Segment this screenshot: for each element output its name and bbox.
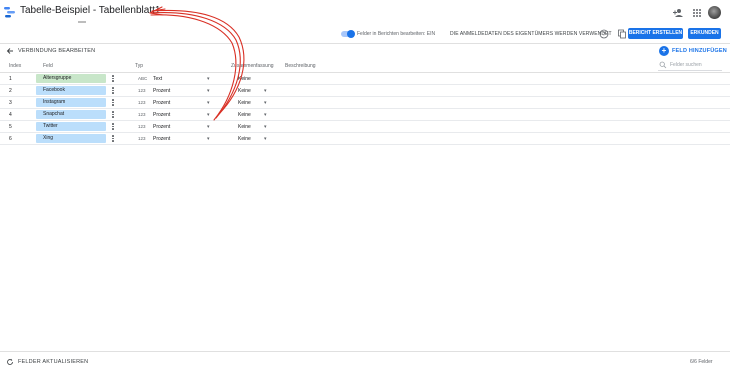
column-header-field[interactable]: Feld (43, 63, 53, 69)
more-vert-icon[interactable] (111, 74, 115, 84)
avatar[interactable] (708, 6, 721, 19)
dropdown-arrow-icon[interactable]: ▾ (207, 112, 210, 118)
dropdown-arrow-icon[interactable]: ▾ (207, 88, 210, 94)
type-code: 123 (138, 124, 146, 129)
row-index: 1 (9, 76, 12, 82)
dropdown-arrow-icon[interactable]: ▾ (264, 112, 267, 118)
column-header-aggregation[interactable]: Zusammenfassung (231, 63, 274, 69)
row-index: 5 (9, 124, 12, 130)
toolbar: VERBINDUNG BEARBEITEN + FELD HINZUFÜGEN (0, 44, 730, 58)
type-code: 123 (138, 112, 146, 117)
dropdown-arrow-icon[interactable]: ▾ (207, 76, 210, 82)
table-row[interactable]: 1 Altersgruppe ABC Text ▾ Keine (0, 73, 730, 85)
field-chip[interactable]: Instagram (36, 98, 106, 107)
column-header-index[interactable]: Index (9, 63, 21, 69)
aggregation-value: Keine (238, 76, 251, 82)
refresh-icon[interactable] (6, 358, 14, 366)
dropdown-arrow-icon[interactable]: ▾ (207, 136, 210, 142)
table-row[interactable]: 6 Xing 123 Prozent ▾ Keine ▾ (0, 133, 730, 145)
type-select[interactable]: Prozent (153, 88, 170, 94)
more-vert-icon[interactable] (111, 134, 115, 144)
field-chip[interactable]: Snapchat (36, 110, 106, 119)
svg-text:?: ? (602, 32, 605, 38)
type-code: 123 (138, 88, 146, 93)
field-chip[interactable]: Altersgruppe (36, 74, 106, 83)
type-code: 123 (138, 136, 146, 141)
row-index: 2 (9, 88, 12, 94)
search-icon (659, 61, 667, 69)
apps-icon[interactable] (691, 7, 703, 19)
field-chip[interactable]: Facebook (36, 86, 106, 95)
type-code: ABC (138, 76, 148, 81)
credentials-button[interactable]: DIE ANMELDEDATEN DES EIGENTÜMERS WERDEN … (450, 31, 612, 37)
field-count: 6/6 Felder (690, 359, 713, 365)
copy-icon[interactable] (617, 29, 627, 39)
type-select[interactable]: Text (153, 76, 162, 82)
help-icon[interactable]: ? (599, 29, 609, 39)
more-vert-icon[interactable] (111, 110, 115, 120)
row-index: 3 (9, 100, 12, 106)
toggle-label: Felder in Berichten bearbeiten: EIN (357, 31, 436, 37)
field-search (658, 60, 722, 71)
more-vert-icon[interactable] (111, 122, 115, 132)
search-input[interactable] (670, 61, 720, 69)
dropdown-arrow-icon[interactable]: ▾ (207, 124, 210, 130)
dropdown-arrow-icon[interactable]: ▾ (264, 100, 267, 106)
more-vert-icon[interactable] (111, 86, 115, 96)
type-select[interactable]: Prozent (153, 124, 170, 130)
add-field-label: FELD HINZUFÜGEN (672, 48, 727, 54)
refresh-fields-button[interactable]: FELDER AKTUALISIEREN (18, 359, 88, 365)
back-arrow-icon[interactable] (6, 47, 14, 55)
aggregation-select[interactable]: Keine (238, 112, 251, 118)
explore-button[interactable]: ERKUNDEN (688, 28, 721, 39)
table-row[interactable]: 2 Facebook 123 Prozent ▾ Keine ▾ (0, 85, 730, 97)
aggregation-select[interactable]: Keine (238, 88, 251, 94)
logo-icon[interactable] (4, 6, 16, 18)
column-header-type[interactable]: Typ (135, 63, 143, 69)
field-chip[interactable]: Xing (36, 134, 106, 143)
row-index: 4 (9, 112, 12, 118)
edit-connection-button[interactable]: VERBINDUNG BEARBEITEN (18, 48, 95, 54)
top-bar: Tabelle-Beispiel - Tabellenblatt1 (0, 0, 730, 26)
table-row[interactable]: 4 Snapchat 123 Prozent ▾ Keine ▾ (0, 109, 730, 121)
type-select[interactable]: Prozent (153, 136, 170, 142)
dropdown-arrow-icon[interactable]: ▾ (207, 100, 210, 106)
table-row[interactable]: 5 Twitter 123 Prozent ▾ Keine ▾ (0, 121, 730, 133)
create-report-button[interactable]: BERICHT ERSTELLEN (628, 28, 683, 39)
table-row[interactable]: 3 Instagram 123 Prozent ▾ Keine ▾ (0, 97, 730, 109)
type-select[interactable]: Prozent (153, 112, 170, 118)
dropdown-arrow-icon[interactable]: ▾ (264, 124, 267, 130)
edit-in-reports-toggle[interactable] (341, 30, 355, 38)
field-chip[interactable]: Twitter (36, 122, 106, 131)
aggregation-select[interactable]: Keine (238, 100, 251, 106)
dropdown-arrow-icon[interactable]: ▾ (264, 136, 267, 142)
add-icon: + (659, 46, 669, 56)
aggregation-select[interactable]: Keine (238, 136, 251, 142)
type-select[interactable]: Prozent (153, 100, 170, 106)
aggregation-select[interactable]: Keine (238, 124, 251, 130)
footer: FELDER AKTUALISIEREN 6/6 Felder (0, 352, 730, 371)
drag-handle-icon (78, 21, 86, 23)
page-title[interactable]: Tabelle-Beispiel - Tabellenblatt1 (20, 5, 160, 16)
row-index: 6 (9, 136, 12, 142)
person-add-icon[interactable] (672, 7, 684, 19)
sub-toolbar: Felder in Berichten bearbeiten: EIN DIE … (0, 26, 730, 43)
more-vert-icon[interactable] (111, 98, 115, 108)
column-header-description[interactable]: Beschreibung (285, 63, 316, 69)
dropdown-arrow-icon[interactable]: ▾ (264, 88, 267, 94)
type-code: 123 (138, 100, 146, 105)
